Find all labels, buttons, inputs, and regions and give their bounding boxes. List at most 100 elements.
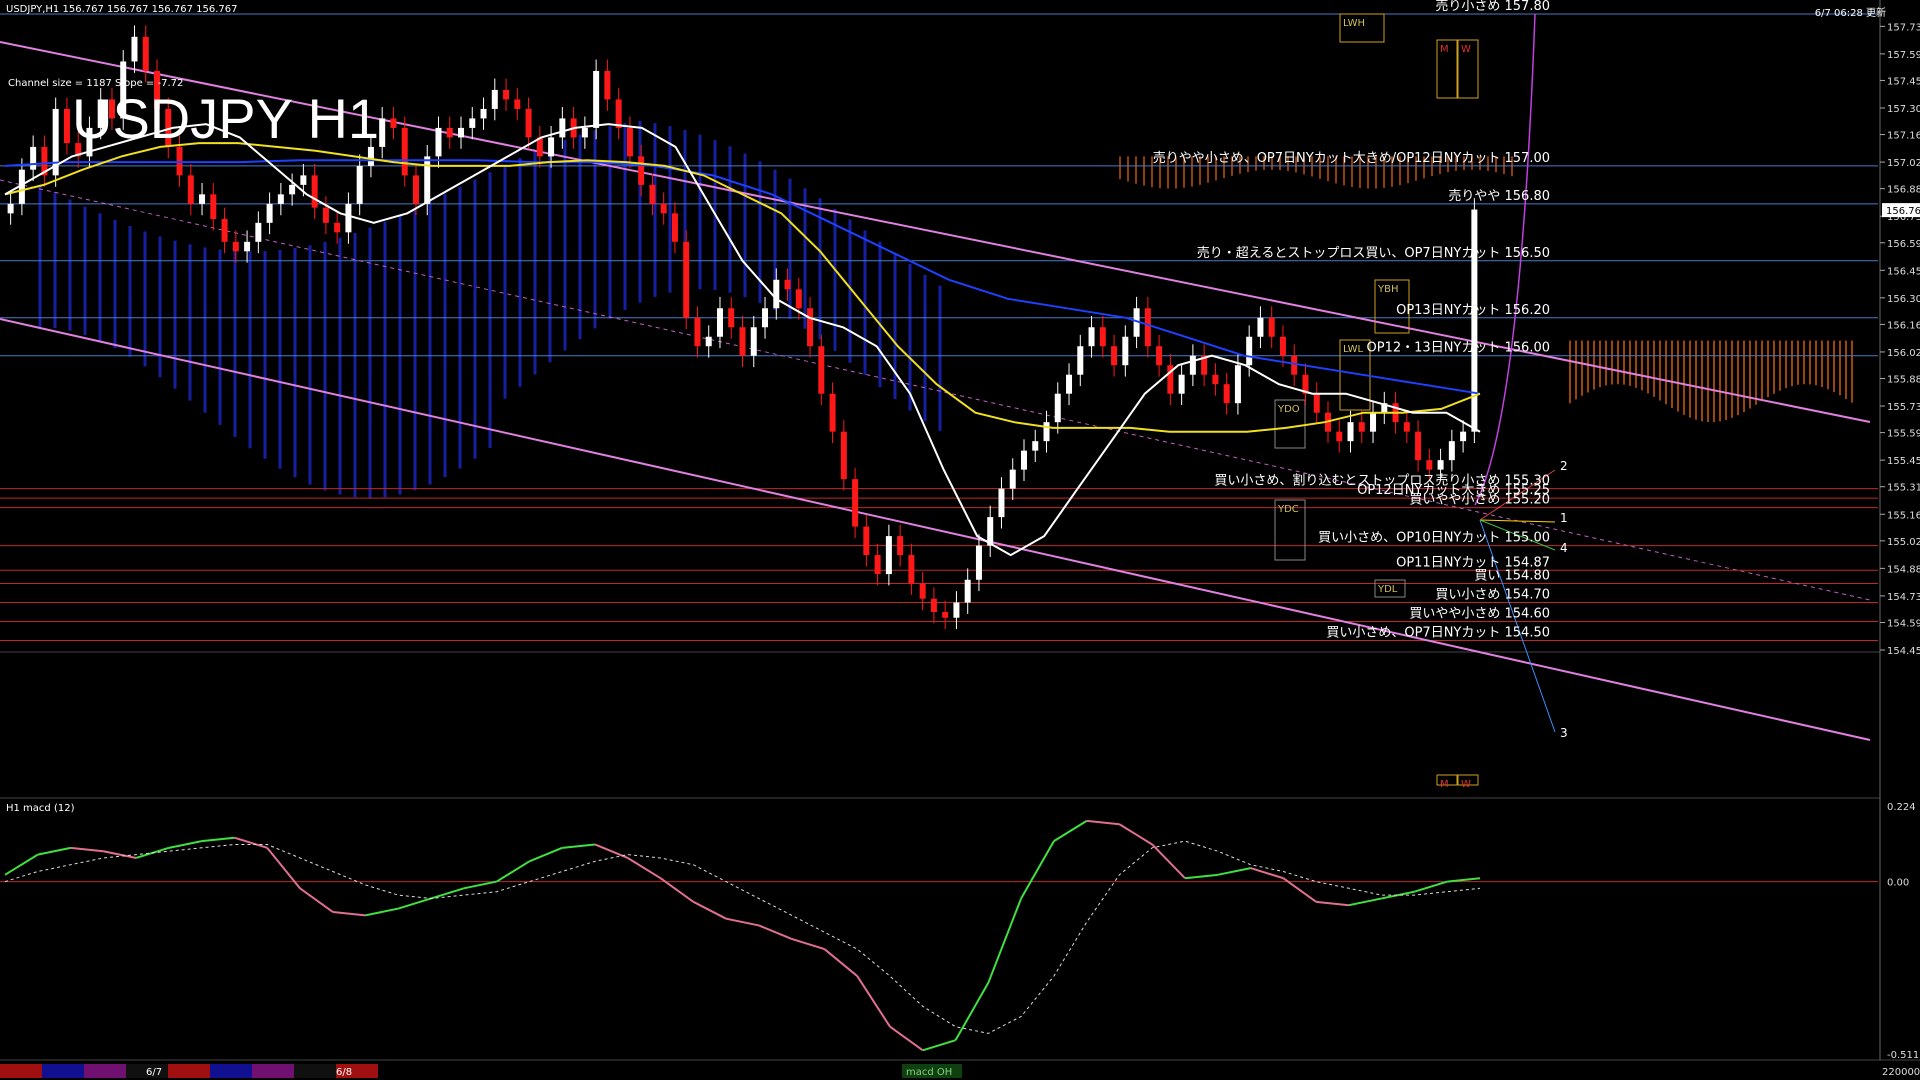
- candle-body: [807, 308, 814, 347]
- candle-body: [311, 175, 318, 208]
- candle-body: [412, 175, 419, 204]
- y-tick-label: 156.165: [1887, 320, 1920, 331]
- candle-body: [942, 612, 949, 618]
- y-tick-label: 155.165: [1887, 510, 1920, 521]
- candle-body: [1156, 346, 1163, 366]
- candle-body: [334, 222, 341, 233]
- level-box-label: W: [1461, 44, 1471, 55]
- candle-body: [1189, 355, 1196, 375]
- level-box-label: YBH: [1377, 284, 1399, 295]
- chart-background-layer: [0, 0, 1920, 1080]
- price-level-label: 売り・超えるとストップロス買い、OP7日NYカット 156.50: [1197, 245, 1550, 261]
- candle-body: [356, 165, 363, 204]
- y-tick-label: 156.305: [1887, 294, 1920, 305]
- candle-body: [705, 336, 712, 347]
- y-tick-label: 154.735: [1887, 592, 1920, 603]
- candle-body: [30, 146, 37, 170]
- candle-body: [1088, 327, 1095, 347]
- candle-body: [232, 241, 239, 252]
- price-level-label: 買いやや小さめ 155.20: [1409, 493, 1550, 508]
- candle-body: [480, 108, 487, 119]
- chart-canvas[interactable]: LWH YBH LWL YDO YDC YDL M W M W 1 2 3 4 売り小さめ 157.80…: [0, 0, 1920, 1080]
- session-bar: [294, 1064, 336, 1078]
- candle-body: [255, 222, 262, 242]
- session-bar: [210, 1064, 252, 1078]
- candle-body: [1020, 450, 1027, 470]
- session-bar: [42, 1064, 84, 1078]
- candle-body: [63, 108, 70, 144]
- candle-body: [885, 536, 892, 575]
- candle-body: [660, 203, 667, 214]
- y-tick-label: 157.305: [1887, 104, 1920, 115]
- candle-body: [852, 479, 859, 527]
- candle-body: [322, 207, 329, 223]
- candle-body: [401, 127, 408, 176]
- y-tick-label: 155.310: [1887, 483, 1920, 494]
- level-box-label: YDL: [1377, 584, 1398, 595]
- candle-body: [1268, 317, 1275, 337]
- macd-tick-label: 0.00: [1887, 878, 1909, 889]
- candle-body: [1347, 422, 1354, 442]
- y-tick-label: 155.880: [1887, 375, 1920, 386]
- candle-body: [716, 308, 723, 337]
- candle-body: [1291, 355, 1298, 375]
- candle-body: [739, 327, 746, 356]
- candle-body: [345, 203, 352, 233]
- candle-body: [581, 127, 588, 138]
- date-label: 6/7: [146, 1067, 162, 1078]
- price-level-label: OP13日NYカット 156.20: [1396, 303, 1550, 318]
- candle-body: [863, 526, 870, 556]
- candle-body: [728, 308, 735, 328]
- price-level-label: 売り小さめ 157.80: [1435, 0, 1550, 14]
- price-level-label: 買い小さめ 154.70: [1435, 588, 1550, 603]
- tab-label: macd OH: [906, 1067, 952, 1078]
- symbol-info: USDJPY,H1 156.767 156.767 156.767 156.76…: [6, 4, 238, 15]
- chart-big-title: USDJPY H1: [72, 87, 380, 150]
- candle-body: [1043, 422, 1050, 442]
- candle-body: [1358, 422, 1365, 432]
- macd-tick-label: 0.224: [1887, 802, 1916, 813]
- candle-body: [559, 118, 566, 138]
- y-tick-label: 157.590: [1887, 50, 1920, 61]
- candle-body: [503, 89, 510, 100]
- candle-body: [131, 36, 138, 62]
- candle-body: [1032, 441, 1039, 451]
- candle-body: [277, 194, 284, 204]
- candle-body: [514, 99, 521, 109]
- candle-body: [1437, 460, 1444, 470]
- candle-body: [930, 598, 937, 613]
- candle-body: [491, 89, 498, 109]
- candle-body: [1246, 336, 1253, 366]
- candle-body: [1122, 336, 1129, 366]
- candle-body: [897, 536, 904, 556]
- candle-body: [829, 393, 836, 432]
- candle-body: [1279, 336, 1286, 356]
- candle-body: [548, 137, 555, 157]
- candle-body: [919, 583, 926, 599]
- level-box-label: LWL: [1343, 344, 1364, 355]
- price-level-label: 買い 154.80: [1474, 569, 1550, 584]
- candle-body: [1009, 469, 1016, 489]
- candle-body: [266, 203, 273, 223]
- macd-panel-title: H1 macd (12): [6, 803, 75, 814]
- candle-body: [1426, 460, 1433, 470]
- y-tick-label: 155.450: [1887, 456, 1920, 467]
- candle-body: [671, 213, 678, 242]
- trend-line-number: 2: [1560, 459, 1568, 473]
- candle-body: [300, 175, 307, 185]
- price-level-label: 買い小さめ、OP10日NYカット 155.00: [1318, 531, 1550, 546]
- candle-body: [424, 156, 431, 204]
- candle-body: [379, 118, 386, 147]
- y-tick-label: 156.880: [1887, 185, 1920, 196]
- candle-body: [289, 184, 296, 195]
- candle-body: [1054, 393, 1061, 423]
- price-level-label: 買い小さめ、OP7日NYカット 154.50: [1326, 626, 1550, 641]
- candle-body: [649, 184, 656, 204]
- y-tick-label: 157.020: [1887, 158, 1920, 169]
- candle-body: [953, 602, 960, 618]
- candle-body: [446, 127, 453, 138]
- session-bar: [252, 1064, 294, 1078]
- candle-body: [750, 327, 757, 356]
- candle-body: [762, 308, 769, 328]
- y-tick-label: 156.595: [1887, 239, 1920, 250]
